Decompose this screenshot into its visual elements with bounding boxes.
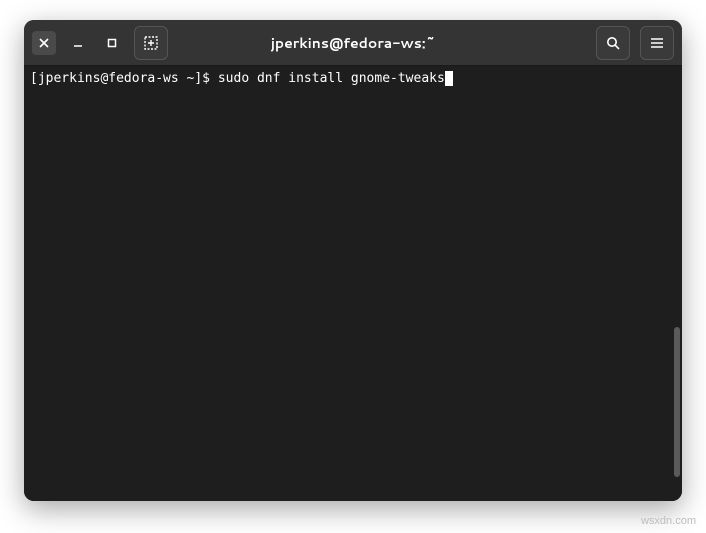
new-tab-button[interactable] bbox=[134, 26, 168, 60]
text-cursor bbox=[445, 71, 453, 86]
terminal-body[interactable]: [jperkins@fedora-ws ~]$ sudo dnf install… bbox=[24, 66, 682, 501]
maximize-icon bbox=[107, 38, 117, 48]
shell-prompt: [jperkins@fedora-ws ~]$ bbox=[30, 71, 218, 86]
close-button[interactable] bbox=[32, 31, 56, 55]
maximize-button[interactable] bbox=[100, 31, 124, 55]
menu-button[interactable] bbox=[640, 26, 674, 60]
search-button[interactable] bbox=[596, 26, 630, 60]
close-icon bbox=[39, 38, 49, 48]
hamburger-menu-icon bbox=[649, 35, 665, 51]
titlebar-left-group bbox=[32, 26, 168, 60]
titlebar-right-group bbox=[596, 26, 674, 60]
watermark: wsxdn.com bbox=[641, 515, 696, 527]
terminal-window: jperkins@fedora-ws:~ [jperkins@fedora- bbox=[24, 20, 682, 501]
minimize-icon bbox=[73, 38, 83, 48]
command-text: sudo dnf install gnome-tweaks bbox=[218, 71, 445, 86]
search-icon bbox=[605, 35, 621, 51]
titlebar: jperkins@fedora-ws:~ bbox=[24, 20, 682, 66]
minimize-button[interactable] bbox=[66, 31, 90, 55]
window-title: jperkins@fedora-ws:~ bbox=[271, 33, 435, 53]
new-tab-icon bbox=[143, 35, 159, 51]
scrollbar[interactable] bbox=[674, 327, 680, 477]
